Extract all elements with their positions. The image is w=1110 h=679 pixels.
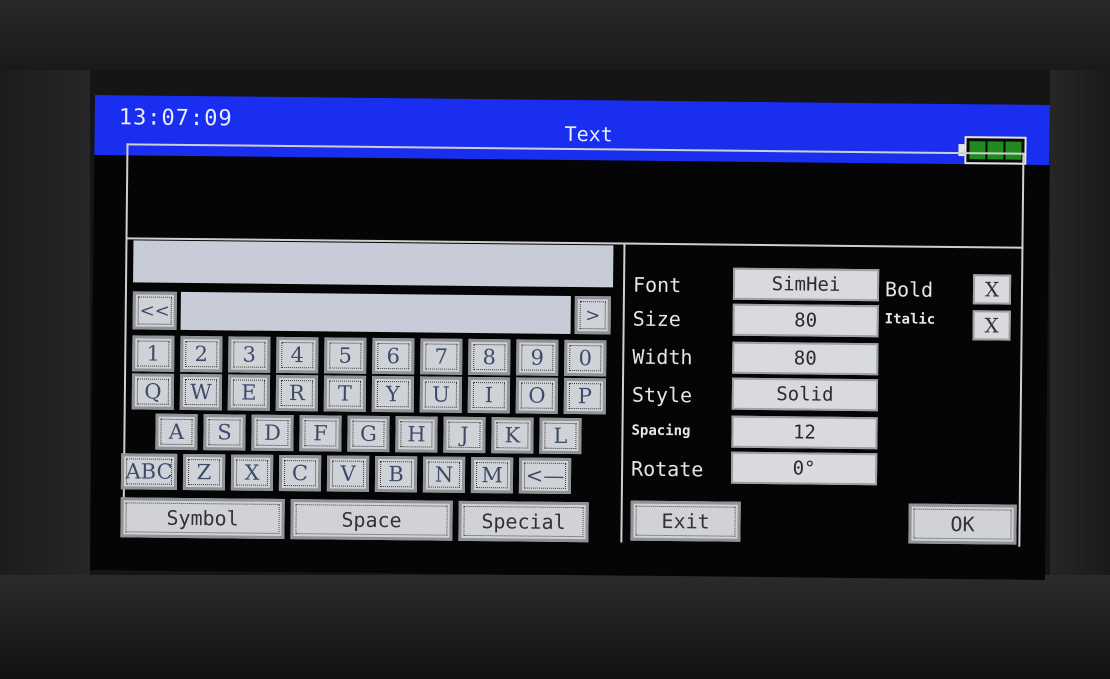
key-3[interactable]: 3 bbox=[228, 336, 271, 373]
candidate-area bbox=[180, 291, 571, 334]
key-backspace[interactable]: <— bbox=[518, 457, 572, 495]
width-field[interactable]: 80 bbox=[732, 341, 879, 376]
key-x[interactable]: X bbox=[230, 454, 274, 491]
text-preview-area bbox=[125, 143, 1025, 248]
size-field[interactable]: 80 bbox=[732, 303, 879, 338]
key-e[interactable]: E bbox=[227, 374, 271, 411]
key-8[interactable]: 8 bbox=[468, 338, 511, 376]
key-l[interactable]: L bbox=[539, 417, 582, 455]
panel-border-left bbox=[122, 237, 128, 538]
style-label: Style bbox=[631, 382, 693, 408]
prev-candidates-button[interactable]: << bbox=[132, 291, 177, 330]
key-s[interactable]: S bbox=[203, 414, 246, 451]
device-bezel-bottom bbox=[0, 575, 1110, 679]
key-c[interactable]: C bbox=[278, 454, 322, 492]
next-candidates-button[interactable]: > bbox=[574, 296, 611, 335]
lcd-screen: 13:07:09 Text << > 1234567890 QWERTYUIOP… bbox=[90, 95, 1050, 580]
key-n[interactable]: N bbox=[422, 456, 466, 493]
key-2[interactable]: 2 bbox=[180, 335, 223, 373]
width-label: Width bbox=[632, 344, 693, 370]
key-t[interactable]: T bbox=[323, 375, 367, 412]
bold-label: Bold bbox=[884, 277, 934, 302]
key-abc[interactable]: ABC bbox=[120, 453, 178, 490]
key-j[interactable]: J bbox=[443, 416, 486, 454]
panel-border-right bbox=[1018, 246, 1024, 547]
device-bezel-top bbox=[0, 0, 1110, 70]
key-9[interactable]: 9 bbox=[516, 339, 559, 376]
screen-title: Text bbox=[564, 121, 613, 147]
key-i[interactable]: I bbox=[467, 376, 511, 414]
key-f[interactable]: F bbox=[299, 415, 342, 452]
bold-checkbox[interactable]: X bbox=[972, 274, 1012, 305]
rotate-field[interactable]: 0° bbox=[730, 451, 878, 486]
special-button[interactable]: Special bbox=[458, 500, 589, 543]
key-w[interactable]: W bbox=[179, 373, 223, 411]
ok-button[interactable]: OK bbox=[908, 503, 1017, 545]
key-5[interactable]: 5 bbox=[324, 337, 367, 374]
size-label: Size bbox=[632, 306, 681, 332]
key-p[interactable]: P bbox=[563, 377, 607, 415]
panel-divider-vertical bbox=[620, 242, 626, 543]
symbol-button[interactable]: Symbol bbox=[120, 497, 285, 540]
key-r[interactable]: R bbox=[275, 374, 319, 412]
key-m[interactable]: M bbox=[470, 456, 514, 494]
key-b[interactable]: B bbox=[374, 455, 418, 493]
key-7[interactable]: 7 bbox=[420, 338, 463, 375]
clock: 13:07:09 bbox=[118, 105, 233, 132]
key-0[interactable]: 0 bbox=[564, 339, 607, 377]
device-bezel-left bbox=[0, 70, 90, 575]
font-label: Font bbox=[632, 272, 682, 298]
key-q[interactable]: Q bbox=[131, 373, 175, 410]
text-input-field[interactable] bbox=[133, 240, 614, 288]
key-z[interactable]: Z bbox=[182, 453, 226, 491]
italic-label: Italic bbox=[884, 311, 936, 328]
font-select[interactable]: SimHei bbox=[732, 267, 880, 302]
italic-checkbox[interactable]: X bbox=[972, 310, 1011, 341]
style-select[interactable]: Solid bbox=[731, 377, 879, 412]
exit-button[interactable]: Exit bbox=[630, 500, 741, 542]
candidate-row: << > bbox=[132, 291, 613, 336]
key-o[interactable]: O bbox=[515, 377, 559, 414]
key-a[interactable]: A bbox=[155, 413, 198, 451]
key-u[interactable]: U bbox=[419, 376, 463, 413]
key-v[interactable]: V bbox=[326, 455, 370, 492]
spacing-field[interactable]: 12 bbox=[731, 415, 878, 450]
space-button[interactable]: Space bbox=[290, 499, 453, 541]
rotate-label: Rotate bbox=[630, 456, 704, 482]
key-k[interactable]: K bbox=[491, 417, 534, 454]
spacing-label: Spacing bbox=[631, 422, 691, 440]
key-1[interactable]: 1 bbox=[132, 335, 175, 372]
device-bezel-right bbox=[1050, 70, 1110, 575]
key-h[interactable]: H bbox=[395, 416, 438, 453]
key-4[interactable]: 4 bbox=[276, 336, 319, 374]
key-y[interactable]: Y bbox=[371, 375, 415, 413]
key-g[interactable]: G bbox=[347, 415, 390, 453]
key-6[interactable]: 6 bbox=[372, 337, 415, 375]
key-d[interactable]: D bbox=[251, 414, 294, 452]
